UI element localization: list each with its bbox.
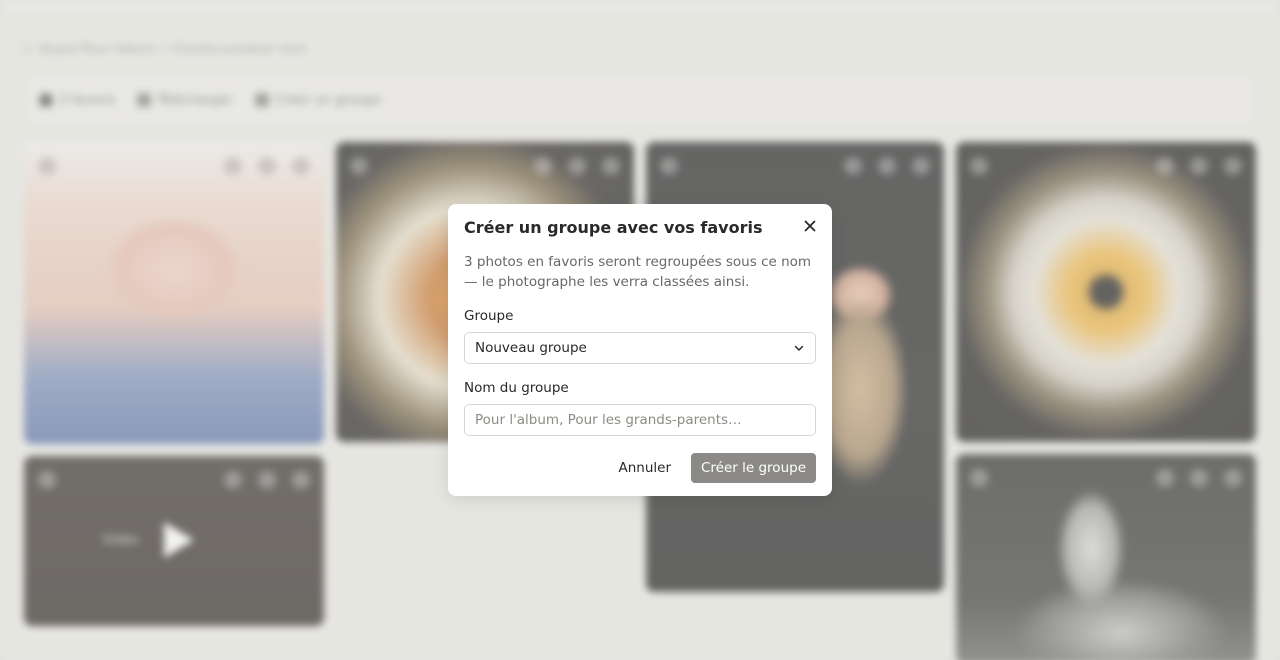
dialog-actions: Annuler Créer le groupe (464, 453, 816, 483)
create-group-button[interactable]: Créer le groupe (691, 453, 816, 483)
cancel-button[interactable]: Annuler (608, 453, 681, 483)
chevron-down-icon (794, 345, 804, 351)
close-button[interactable] (802, 218, 818, 234)
close-icon (804, 220, 816, 232)
group-select-value: Nouveau groupe (475, 340, 587, 356)
dialog-title: Créer un groupe avec vos favoris (464, 218, 763, 237)
group-name-input[interactable] (464, 404, 816, 436)
create-group-dialog: Créer un groupe avec vos favoris 3 photo… (448, 204, 832, 496)
group-label: Groupe (464, 308, 514, 324)
group-select[interactable]: Nouveau groupe (464, 332, 816, 364)
screen: Voyez-Pour tebom • Overlecunewrer tent 3… (0, 0, 1280, 660)
dialog-description: 3 photos en favoris seront regroupées so… (464, 254, 812, 290)
group-name-label: Nom du groupe (464, 380, 569, 396)
